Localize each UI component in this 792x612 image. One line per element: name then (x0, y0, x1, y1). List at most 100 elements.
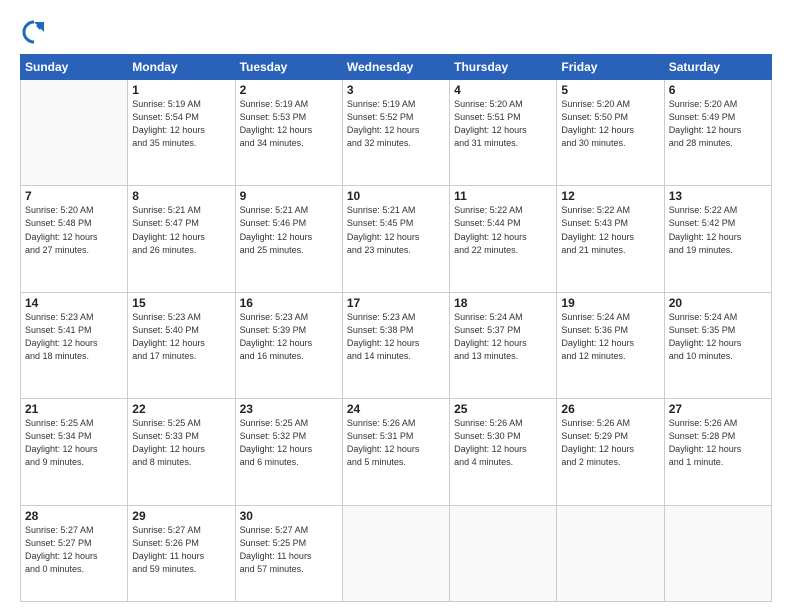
day-info: Sunrise: 5:25 AM Sunset: 5:34 PM Dayligh… (25, 417, 123, 469)
week-row-5: 28Sunrise: 5:27 AM Sunset: 5:27 PM Dayli… (21, 505, 772, 601)
day-number: 30 (240, 509, 338, 523)
calendar-cell: 20Sunrise: 5:24 AM Sunset: 5:35 PM Dayli… (664, 292, 771, 398)
day-number: 23 (240, 402, 338, 416)
day-number: 5 (561, 83, 659, 97)
calendar-cell: 25Sunrise: 5:26 AM Sunset: 5:30 PM Dayli… (450, 399, 557, 505)
day-info: Sunrise: 5:21 AM Sunset: 5:46 PM Dayligh… (240, 204, 338, 256)
calendar-cell: 21Sunrise: 5:25 AM Sunset: 5:34 PM Dayli… (21, 399, 128, 505)
calendar-cell: 7Sunrise: 5:20 AM Sunset: 5:48 PM Daylig… (21, 186, 128, 292)
day-info: Sunrise: 5:26 AM Sunset: 5:28 PM Dayligh… (669, 417, 767, 469)
day-number: 6 (669, 83, 767, 97)
day-info: Sunrise: 5:27 AM Sunset: 5:27 PM Dayligh… (25, 524, 123, 576)
calendar-table: SundayMondayTuesdayWednesdayThursdayFrid… (20, 54, 772, 602)
calendar-header-row: SundayMondayTuesdayWednesdayThursdayFrid… (21, 55, 772, 80)
day-number: 16 (240, 296, 338, 310)
day-info: Sunrise: 5:19 AM Sunset: 5:53 PM Dayligh… (240, 98, 338, 150)
calendar-cell: 24Sunrise: 5:26 AM Sunset: 5:31 PM Dayli… (342, 399, 449, 505)
day-info: Sunrise: 5:19 AM Sunset: 5:54 PM Dayligh… (132, 98, 230, 150)
calendar-cell: 13Sunrise: 5:22 AM Sunset: 5:42 PM Dayli… (664, 186, 771, 292)
calendar-cell: 14Sunrise: 5:23 AM Sunset: 5:41 PM Dayli… (21, 292, 128, 398)
calendar-header-saturday: Saturday (664, 55, 771, 80)
calendar-cell: 16Sunrise: 5:23 AM Sunset: 5:39 PM Dayli… (235, 292, 342, 398)
day-info: Sunrise: 5:26 AM Sunset: 5:30 PM Dayligh… (454, 417, 552, 469)
calendar-header-thursday: Thursday (450, 55, 557, 80)
calendar-cell: 30Sunrise: 5:27 AM Sunset: 5:25 PM Dayli… (235, 505, 342, 601)
day-info: Sunrise: 5:20 AM Sunset: 5:50 PM Dayligh… (561, 98, 659, 150)
day-number: 4 (454, 83, 552, 97)
day-number: 13 (669, 189, 767, 203)
day-number: 20 (669, 296, 767, 310)
day-info: Sunrise: 5:27 AM Sunset: 5:25 PM Dayligh… (240, 524, 338, 576)
day-info: Sunrise: 5:21 AM Sunset: 5:47 PM Dayligh… (132, 204, 230, 256)
day-number: 12 (561, 189, 659, 203)
calendar-cell: 29Sunrise: 5:27 AM Sunset: 5:26 PM Dayli… (128, 505, 235, 601)
day-info: Sunrise: 5:20 AM Sunset: 5:49 PM Dayligh… (669, 98, 767, 150)
page: SundayMondayTuesdayWednesdayThursdayFrid… (0, 0, 792, 612)
calendar-cell (342, 505, 449, 601)
calendar-cell: 18Sunrise: 5:24 AM Sunset: 5:37 PM Dayli… (450, 292, 557, 398)
calendar-cell: 4Sunrise: 5:20 AM Sunset: 5:51 PM Daylig… (450, 80, 557, 186)
day-info: Sunrise: 5:26 AM Sunset: 5:31 PM Dayligh… (347, 417, 445, 469)
day-number: 7 (25, 189, 123, 203)
calendar-cell: 23Sunrise: 5:25 AM Sunset: 5:32 PM Dayli… (235, 399, 342, 505)
calendar-cell: 8Sunrise: 5:21 AM Sunset: 5:47 PM Daylig… (128, 186, 235, 292)
day-info: Sunrise: 5:24 AM Sunset: 5:36 PM Dayligh… (561, 311, 659, 363)
calendar-cell (21, 80, 128, 186)
day-number: 1 (132, 83, 230, 97)
calendar-cell: 26Sunrise: 5:26 AM Sunset: 5:29 PM Dayli… (557, 399, 664, 505)
calendar-cell: 15Sunrise: 5:23 AM Sunset: 5:40 PM Dayli… (128, 292, 235, 398)
day-number: 14 (25, 296, 123, 310)
day-number: 18 (454, 296, 552, 310)
day-info: Sunrise: 5:26 AM Sunset: 5:29 PM Dayligh… (561, 417, 659, 469)
day-info: Sunrise: 5:22 AM Sunset: 5:44 PM Dayligh… (454, 204, 552, 256)
day-info: Sunrise: 5:24 AM Sunset: 5:37 PM Dayligh… (454, 311, 552, 363)
week-row-3: 14Sunrise: 5:23 AM Sunset: 5:41 PM Dayli… (21, 292, 772, 398)
calendar-cell: 17Sunrise: 5:23 AM Sunset: 5:38 PM Dayli… (342, 292, 449, 398)
day-number: 11 (454, 189, 552, 203)
calendar-header-tuesday: Tuesday (235, 55, 342, 80)
day-number: 3 (347, 83, 445, 97)
day-info: Sunrise: 5:24 AM Sunset: 5:35 PM Dayligh… (669, 311, 767, 363)
day-info: Sunrise: 5:22 AM Sunset: 5:43 PM Dayligh… (561, 204, 659, 256)
day-info: Sunrise: 5:20 AM Sunset: 5:48 PM Dayligh… (25, 204, 123, 256)
day-info: Sunrise: 5:25 AM Sunset: 5:33 PM Dayligh… (132, 417, 230, 469)
day-number: 26 (561, 402, 659, 416)
calendar-header-wednesday: Wednesday (342, 55, 449, 80)
day-info: Sunrise: 5:27 AM Sunset: 5:26 PM Dayligh… (132, 524, 230, 576)
day-number: 17 (347, 296, 445, 310)
calendar-cell: 6Sunrise: 5:20 AM Sunset: 5:49 PM Daylig… (664, 80, 771, 186)
day-number: 19 (561, 296, 659, 310)
calendar-cell: 5Sunrise: 5:20 AM Sunset: 5:50 PM Daylig… (557, 80, 664, 186)
day-info: Sunrise: 5:20 AM Sunset: 5:51 PM Dayligh… (454, 98, 552, 150)
day-number: 27 (669, 402, 767, 416)
day-info: Sunrise: 5:21 AM Sunset: 5:45 PM Dayligh… (347, 204, 445, 256)
day-number: 2 (240, 83, 338, 97)
logo-icon (20, 18, 48, 46)
calendar-cell (557, 505, 664, 601)
day-info: Sunrise: 5:23 AM Sunset: 5:41 PM Dayligh… (25, 311, 123, 363)
day-number: 22 (132, 402, 230, 416)
calendar-cell (450, 505, 557, 601)
header (20, 18, 772, 46)
calendar-cell (664, 505, 771, 601)
calendar-header-sunday: Sunday (21, 55, 128, 80)
calendar-header-monday: Monday (128, 55, 235, 80)
day-info: Sunrise: 5:23 AM Sunset: 5:39 PM Dayligh… (240, 311, 338, 363)
calendar-cell: 19Sunrise: 5:24 AM Sunset: 5:36 PM Dayli… (557, 292, 664, 398)
calendar-cell: 2Sunrise: 5:19 AM Sunset: 5:53 PM Daylig… (235, 80, 342, 186)
week-row-4: 21Sunrise: 5:25 AM Sunset: 5:34 PM Dayli… (21, 399, 772, 505)
calendar-cell: 12Sunrise: 5:22 AM Sunset: 5:43 PM Dayli… (557, 186, 664, 292)
day-number: 8 (132, 189, 230, 203)
day-number: 21 (25, 402, 123, 416)
calendar-cell: 22Sunrise: 5:25 AM Sunset: 5:33 PM Dayli… (128, 399, 235, 505)
day-info: Sunrise: 5:22 AM Sunset: 5:42 PM Dayligh… (669, 204, 767, 256)
day-number: 25 (454, 402, 552, 416)
calendar-header-friday: Friday (557, 55, 664, 80)
week-row-2: 7Sunrise: 5:20 AM Sunset: 5:48 PM Daylig… (21, 186, 772, 292)
calendar-cell: 9Sunrise: 5:21 AM Sunset: 5:46 PM Daylig… (235, 186, 342, 292)
calendar-cell: 3Sunrise: 5:19 AM Sunset: 5:52 PM Daylig… (342, 80, 449, 186)
calendar-cell: 27Sunrise: 5:26 AM Sunset: 5:28 PM Dayli… (664, 399, 771, 505)
day-number: 29 (132, 509, 230, 523)
day-info: Sunrise: 5:25 AM Sunset: 5:32 PM Dayligh… (240, 417, 338, 469)
calendar-cell: 28Sunrise: 5:27 AM Sunset: 5:27 PM Dayli… (21, 505, 128, 601)
